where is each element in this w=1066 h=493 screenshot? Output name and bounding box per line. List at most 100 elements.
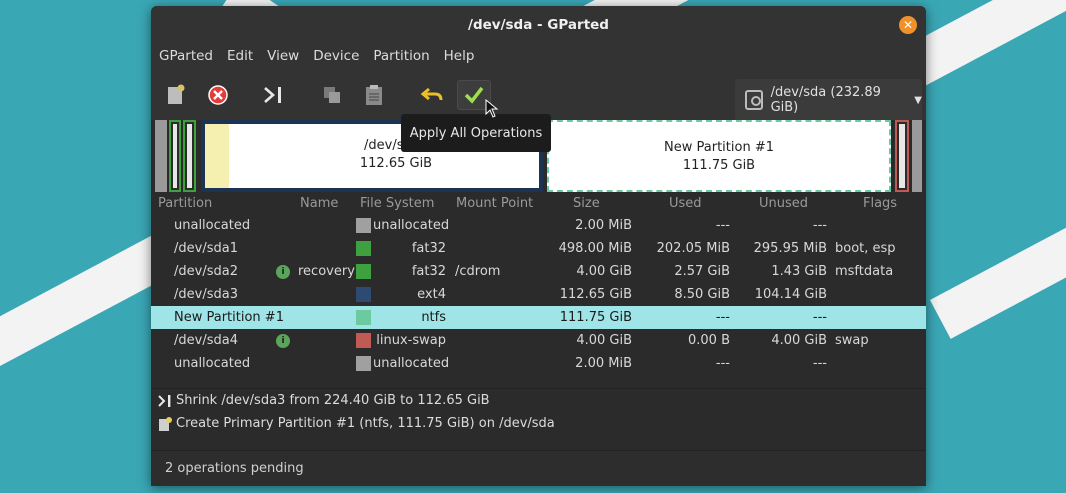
col-size[interactable]: Size (573, 196, 600, 211)
menu-help[interactable]: Help (444, 48, 475, 64)
resize-icon (158, 394, 171, 407)
status-text: 2 operations pending (165, 461, 304, 476)
resize-icon (264, 87, 281, 103)
gparted-window: /dev/sda - GParted ✕ GParted Edit View D… (151, 6, 926, 486)
col-used[interactable]: Used (669, 196, 702, 211)
filesystem-color-swatch (356, 287, 371, 302)
info-icon: i (276, 334, 290, 348)
col-unused[interactable]: Unused (759, 196, 808, 211)
cell-used: 2.57 GiB (674, 264, 730, 279)
menu-view[interactable]: View (267, 48, 299, 64)
undo-button[interactable] (415, 80, 449, 110)
menu-edit[interactable]: Edit (227, 48, 253, 64)
new-icon (168, 84, 185, 104)
filesystem-color-swatch (356, 333, 371, 348)
col-flags[interactable]: Flags (863, 196, 897, 211)
new-icon (159, 416, 172, 431)
cell-partition: /dev/sda3 (174, 287, 238, 302)
col-mount-point[interactable]: Mount Point (456, 196, 533, 211)
cell-filesystem: unallocated (373, 218, 450, 233)
cell-size: 498.00 MiB (558, 241, 632, 256)
chevron-down-icon: ▼ (914, 94, 922, 106)
window-title: /dev/sda - GParted (468, 17, 609, 33)
map-new-size: 111.75 GiB (682, 158, 756, 173)
cell-unused: --- (812, 310, 827, 325)
table-row[interactable]: /dev/sda4 i linux-swap 4.00 GiB 0.00 B 4.00 G… (151, 329, 926, 352)
device-label: /dev/sda (232.89 GiB) (770, 85, 881, 115)
cell-flags: msftdata (835, 264, 894, 279)
table-row[interactable]: New Partition #1 ntfs 111.75 GiB --- --- (151, 306, 926, 329)
map-new-partition[interactable]: New Partition #1 111.75 GiB (547, 120, 891, 192)
filesystem-color-swatch (356, 264, 371, 279)
cell-unused: --- (812, 218, 827, 233)
map-sda1[interactable] (169, 120, 181, 192)
operation-text: Create Primary Partition #1 (ntfs, 111.7… (176, 416, 555, 431)
close-button[interactable]: ✕ (899, 16, 917, 34)
menu-gparted[interactable]: GParted (159, 48, 213, 64)
table-header: Partition Name File System Mount Point S… (151, 194, 926, 214)
cell-size: 4.00 GiB (576, 333, 632, 348)
table-row[interactable]: unallocated unallocated 2.00 MiB --- --- (151, 352, 926, 375)
cell-used: 8.50 GiB (674, 287, 730, 302)
operation-text: Shrink /dev/sda3 from 224.40 GiB to 112.… (176, 393, 490, 408)
info-icon: i (276, 265, 290, 279)
col-partition[interactable]: Partition (158, 196, 212, 211)
cell-used: 202.05 MiB (656, 241, 730, 256)
disk-icon (745, 90, 763, 110)
cell-partition: /dev/sda1 (174, 241, 238, 256)
cell-partition: /dev/sda2 (174, 264, 238, 279)
menu-device[interactable]: Device (313, 48, 359, 64)
status-bar: 2 operations pending (151, 450, 926, 486)
cell-partition: New Partition #1 (174, 310, 284, 325)
cell-size: 2.00 MiB (575, 356, 632, 371)
cell-mount-point: /cdrom (455, 264, 501, 279)
cell-flags: swap (835, 333, 869, 348)
cell-unused: --- (812, 356, 827, 371)
cell-unused: 1.43 GiB (771, 264, 827, 279)
map-unallocated-end[interactable] (912, 120, 922, 192)
operation-item[interactable]: Shrink /dev/sda3 from 224.40 GiB to 112.… (151, 389, 926, 412)
map-sda3-size: 112.65 GiB (359, 156, 433, 171)
device-selector[interactable]: /dev/sda (232.89 GiB) ▼ (735, 79, 922, 121)
map-sda4[interactable] (895, 120, 909, 192)
table-row[interactable]: /dev/sda1 fat32 498.00 MiB 202.05 MiB 295.95… (151, 237, 926, 260)
new-partition-button[interactable] (159, 80, 193, 110)
delete-icon (208, 85, 228, 105)
cell-used: --- (715, 218, 730, 233)
filesystem-color-swatch (356, 310, 371, 325)
cell-partition: /dev/sda4 (174, 333, 238, 348)
copy-button[interactable] (315, 80, 349, 110)
menu-partition[interactable]: Partition (373, 48, 429, 64)
mouse-cursor-icon (485, 99, 499, 118)
table-row[interactable]: unallocated unallocated 2.00 MiB --- --- (151, 214, 926, 237)
tooltip: Apply All Operations (401, 114, 551, 152)
resize-move-button[interactable] (257, 80, 291, 110)
cell-name: recovery (298, 264, 355, 279)
partition-table: Partition Name File System Mount Point S… (151, 194, 926, 375)
copy-icon (324, 87, 340, 103)
filesystem-color-swatch (356, 356, 371, 371)
cell-used: 0.00 B (688, 333, 730, 348)
cell-filesystem: fat32 (411, 264, 446, 279)
cell-filesystem: ext4 (417, 287, 446, 302)
table-row[interactable]: /dev/sda3 ext4 112.65 GiB 8.50 GiB 104.14 Gi… (151, 283, 926, 306)
cell-used: --- (715, 310, 730, 325)
operation-item[interactable]: Create Primary Partition #1 (ntfs, 111.7… (151, 412, 926, 435)
cell-filesystem: ntfs (421, 310, 446, 325)
map-sda2[interactable] (183, 120, 196, 192)
col-filesystem[interactable]: File System (360, 196, 434, 211)
cell-size: 4.00 GiB (576, 264, 632, 279)
cell-partition: unallocated (174, 356, 251, 371)
operations-list: Shrink /dev/sda3 from 224.40 GiB to 112.… (151, 388, 926, 448)
filesystem-color-swatch (356, 218, 371, 233)
col-name[interactable]: Name (300, 196, 338, 211)
cell-size: 112.65 GiB (559, 287, 632, 302)
map-unallocated-start[interactable] (155, 120, 167, 192)
paste-button[interactable] (357, 80, 391, 110)
table-row[interactable]: /dev/sda2 i recovery fat32/cdrom 4.00 GiB 2.5… (151, 260, 926, 283)
cell-filesystem: fat32 (411, 241, 446, 256)
delete-button[interactable] (201, 80, 235, 110)
titlebar: /dev/sda - GParted ✕ (151, 6, 926, 44)
cell-flags: boot, esp (835, 241, 896, 256)
menubar: GParted Edit View Device Partition Help (151, 44, 926, 68)
